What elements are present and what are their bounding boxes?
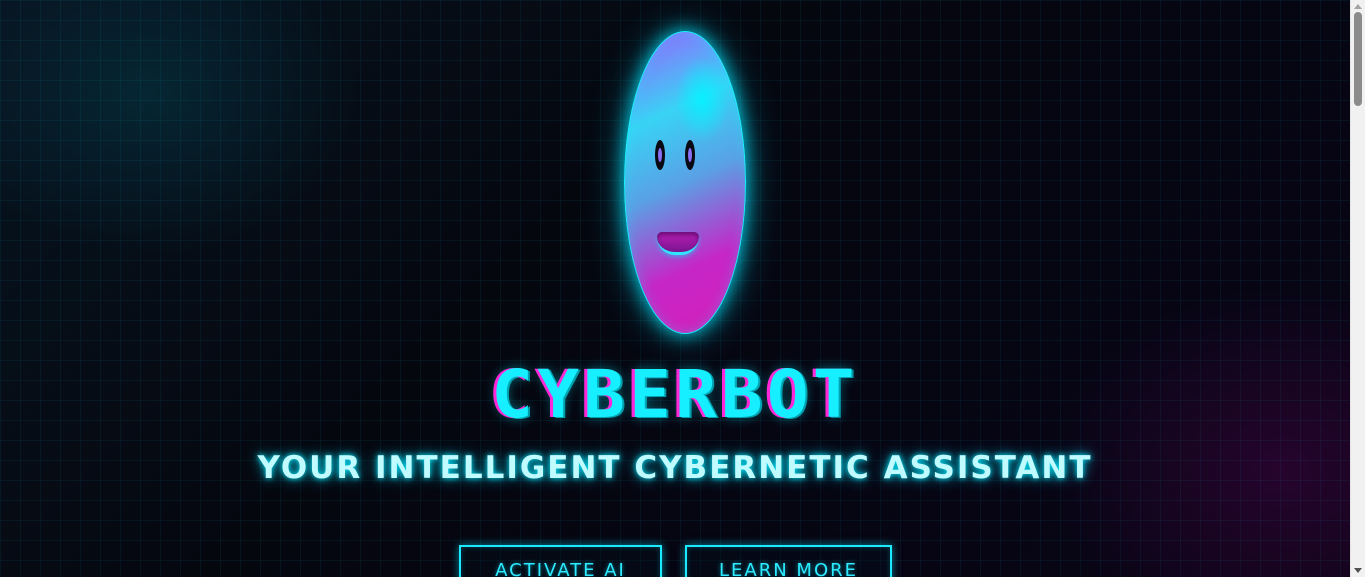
hero-subtitle: YOUR INTELLIGENT CYBERNETIC ASSISTANT bbox=[257, 450, 1093, 486]
robot-mouth bbox=[657, 232, 699, 255]
robot-right-eye bbox=[685, 140, 695, 170]
hero-title: CYBERBOT bbox=[491, 356, 859, 433]
hero-section: CYBERBOT YOUR INTELLIGENT CYBERNETIC ASS… bbox=[0, 0, 1350, 577]
scrollbar-thumb[interactable] bbox=[1354, 12, 1362, 106]
robot-face-icon bbox=[624, 31, 746, 334]
vertical-scrollbar[interactable] bbox=[1350, 0, 1365, 577]
robot-left-eye bbox=[655, 140, 665, 170]
robot-face-highlight bbox=[675, 57, 730, 142]
chevron-up-icon[interactable] bbox=[1354, 4, 1362, 9]
activate-ai-button[interactable]: ACTIVATE AI bbox=[459, 545, 662, 577]
learn-more-button[interactable]: LEARN MORE bbox=[685, 545, 892, 577]
chevron-down-icon[interactable] bbox=[1354, 568, 1362, 573]
